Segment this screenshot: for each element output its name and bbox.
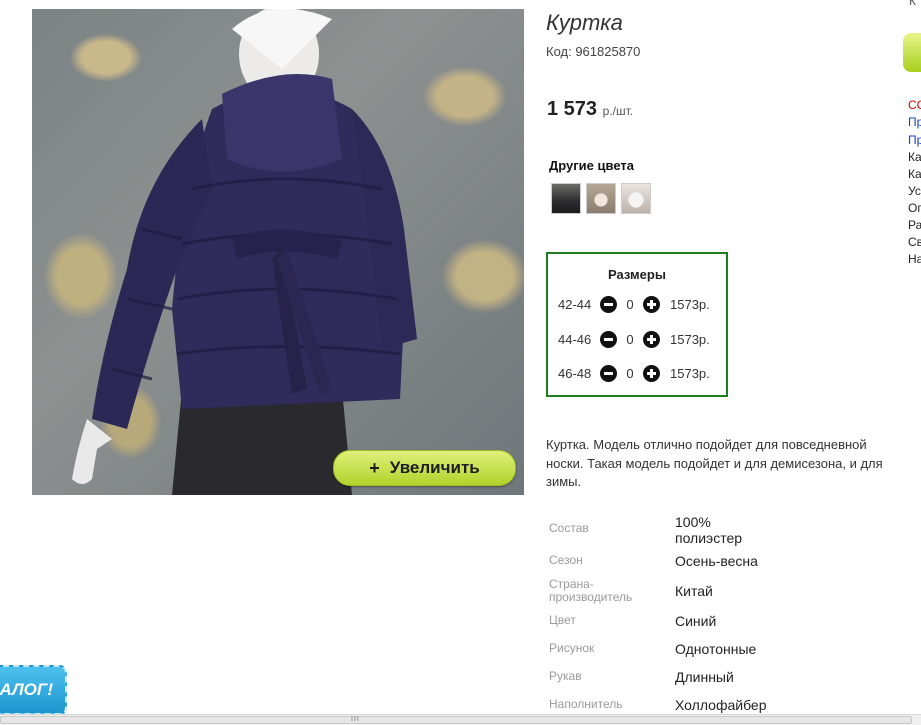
size-quantity[interactable]: 0: [617, 366, 643, 381]
size-quantity[interactable]: 0: [617, 297, 643, 312]
spec-key: Рисунок: [549, 641, 595, 655]
sidebar-item[interactable]: Ус: [908, 184, 921, 198]
jacket-on-mannequin-image: [72, 9, 417, 495]
spec-key: Страна-производитель: [549, 577, 633, 604]
scrollbar-thumb[interactable]: [0, 716, 912, 724]
product-photo[interactable]: + Увеличить: [32, 9, 524, 495]
black-jacket-thumb[interactable]: [551, 183, 581, 214]
spec-key: Цвет: [549, 613, 576, 627]
size-row: 42-44 0 1573р.: [558, 294, 710, 314]
sidebar-item[interactable]: Ра: [908, 218, 921, 232]
spec-value: Китай: [675, 583, 713, 599]
zoom-button[interactable]: + Увеличить: [333, 450, 516, 486]
size-price: 1573р.: [670, 365, 710, 381]
white-jacket-thumb[interactable]: [621, 183, 651, 214]
size-label: 42-44: [558, 296, 592, 312]
spec-value: Длинный: [675, 669, 734, 685]
zoom-button-label: Увеличить: [389, 458, 480, 477]
sidebar-item[interactable]: Оп: [908, 201, 921, 215]
beige-jacket-thumb[interactable]: [586, 183, 616, 214]
other-colors-list: [551, 183, 651, 214]
spec-key: Состав: [549, 521, 589, 535]
spec-value: Холлофайбер: [675, 697, 767, 713]
size-price: 1573р.: [670, 296, 710, 312]
product-description: Куртка. Модель отлично подойдет для повс…: [546, 437, 883, 489]
size-price: 1573р.: [670, 331, 710, 347]
product-code: Код: 961825870: [546, 44, 641, 59]
sidebar-item[interactable]: СС: [908, 98, 921, 112]
product-title: Куртка: [546, 10, 623, 35]
plus-icon: +: [369, 457, 380, 478]
size-row: 44-46 0 1573р.: [558, 329, 710, 349]
spec-key: Рукав: [549, 669, 582, 683]
plus-icon[interactable]: [643, 295, 660, 313]
catalog-badge[interactable]: АЛОГ!: [0, 665, 67, 715]
sidebar-item[interactable]: Св: [908, 235, 921, 249]
sidebar-item[interactable]: На: [908, 252, 921, 266]
price-unit: р./шт.: [602, 104, 634, 118]
sidebar-top-text: К: [909, 0, 916, 8]
minus-icon[interactable]: [600, 364, 617, 382]
size-row: 46-48 0 1573р.: [558, 363, 710, 383]
spec-key: Наполнитель: [549, 697, 623, 711]
size-label: 46-48: [558, 365, 592, 381]
spec-key: Сезон: [549, 553, 583, 567]
spec-value: Однотонные: [675, 641, 757, 657]
sidebar-item[interactable]: Пр: [908, 115, 921, 129]
sidebar-green-tab[interactable]: [903, 33, 921, 72]
size-quantity[interactable]: 0: [617, 332, 643, 347]
plus-icon[interactable]: [643, 330, 660, 348]
sizes-title: Размеры: [608, 267, 666, 282]
price-value: 1 573: [547, 98, 598, 120]
sizes-box: Размеры 42-44 0 1573р. 44-46 0 1573р. 46…: [546, 252, 728, 397]
other-colors-title: Другие цвета: [549, 158, 634, 173]
product-price: 1 573 р./шт.: [547, 98, 633, 121]
scrollbar-grip: III: [351, 716, 360, 723]
size-label: 44-46: [558, 331, 592, 347]
spec-value: Синий: [675, 613, 717, 629]
sidebar-item[interactable]: Ка: [908, 150, 921, 164]
sidebar-item[interactable]: Пр: [908, 133, 921, 147]
spec-value: Осень-весна: [675, 553, 758, 569]
sidebar-item[interactable]: Ка: [908, 167, 921, 181]
spec-value: 100% полиэстер: [675, 514, 743, 546]
plus-icon[interactable]: [643, 364, 660, 382]
minus-icon[interactable]: [600, 330, 617, 348]
minus-icon[interactable]: [600, 295, 617, 313]
horizontal-scrollbar[interactable]: III: [0, 714, 921, 725]
